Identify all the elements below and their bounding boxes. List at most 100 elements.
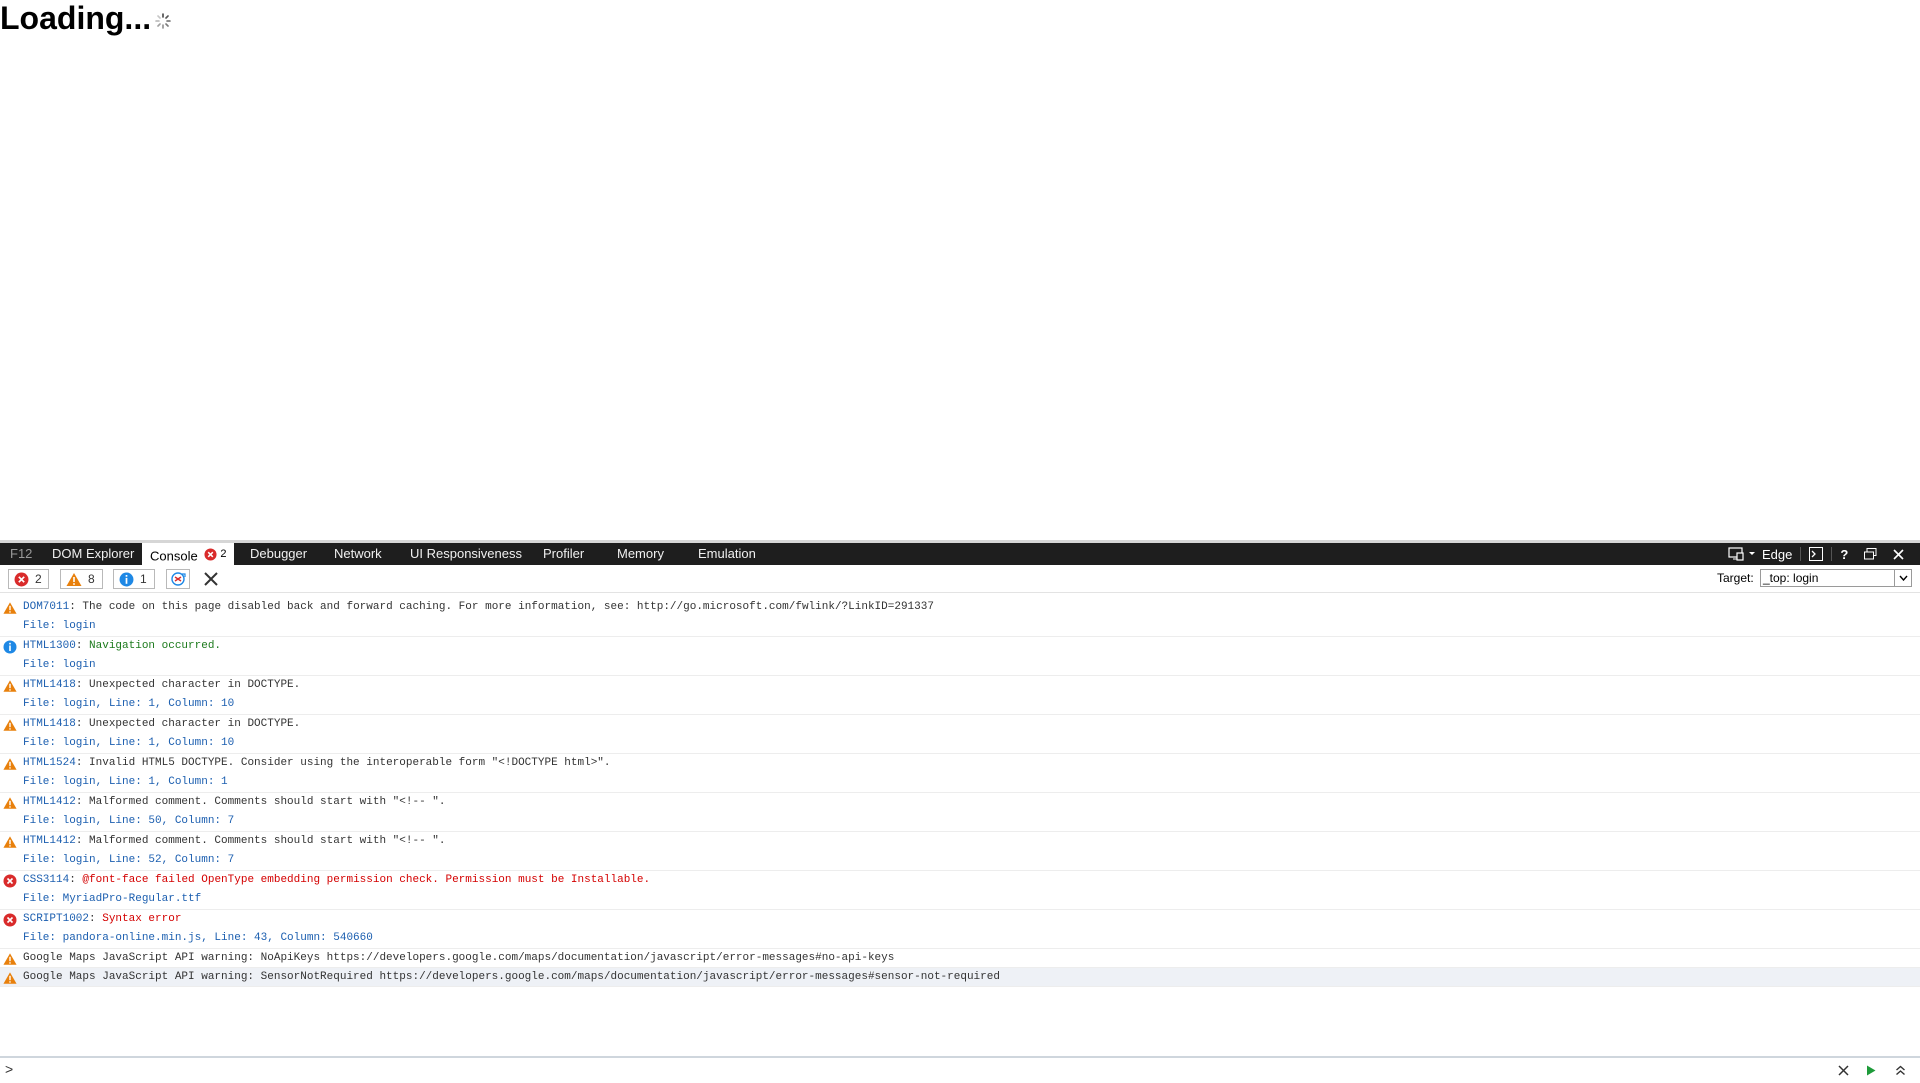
console-message[interactable]: Google Maps JavaScript API warning: NoAp… [0, 949, 1920, 968]
page-content: Loading... [0, 0, 1920, 540]
message-text: Google Maps JavaScript API warning: NoAp… [23, 952, 895, 964]
error-icon [3, 874, 17, 888]
tab-emulation[interactable]: Emulation [690, 543, 764, 565]
tab-label: Profiler [543, 546, 585, 561]
message-file-link[interactable]: File: login, Line: 50, Column: 7 [23, 812, 1920, 831]
warning-icon [3, 680, 17, 692]
console-message[interactable]: HTML1300: Navigation occurred. File: logi… [0, 637, 1920, 676]
message-text: Unexpected character in DOCTYPE. [89, 718, 301, 730]
devtools-window-controls: Edge ? [1720, 543, 1912, 565]
message-code[interactable]: DOM7011 [23, 601, 69, 613]
console-command-line[interactable]: > [0, 1056, 1920, 1083]
message-code[interactable]: HTML1524 [23, 757, 76, 769]
badge-count: 2 [220, 548, 227, 560]
close-devtools-button[interactable] [1885, 543, 1912, 565]
warning-icon [3, 797, 17, 809]
tab-f12[interactable]: F12 [2, 543, 40, 565]
warnings-count: 8 [88, 572, 95, 586]
warnings-filter-button[interactable]: 8 [60, 569, 103, 589]
message-line: DOM7011: The code on this page disabled … [23, 601, 934, 613]
message-file-link[interactable]: File: MyriadPro-Regular.ttf [23, 890, 1920, 909]
message-code[interactable]: CSS3114 [23, 874, 69, 886]
console-toggle-button[interactable] [1801, 543, 1831, 565]
message-text: The code on this page disabled back and … [82, 601, 934, 613]
error-icon [14, 572, 29, 586]
help-button[interactable]: ? [1832, 543, 1856, 565]
console-message[interactable]: HTML1524: Invalid HTML5 DOCTYPE. Conside… [0, 754, 1920, 793]
close-icon [1893, 548, 1904, 560]
message-file-link[interactable]: File: login [23, 617, 1920, 636]
tab-dom-explorer[interactable]: DOM Explorer [44, 543, 142, 565]
warning-icon [3, 953, 17, 965]
clear-on-navigate-button[interactable] [166, 569, 190, 589]
warning-icon [3, 758, 17, 770]
console-message[interactable]: HTML1412: Malformed comment. Comments sh… [0, 793, 1920, 832]
help-label: ? [1840, 546, 1849, 562]
errors-filter-button[interactable]: 2 [8, 569, 49, 589]
prompt-symbol: > [5, 1061, 14, 1077]
console-message[interactable]: CSS3114: @font-face failed OpenType embe… [0, 871, 1920, 910]
message-file-link[interactable]: File: login, Line: 1, Column: 1 [23, 773, 1920, 792]
message-line: HTML1418: Unexpected character in DOCTYP… [23, 679, 301, 691]
message-line: Google Maps JavaScript API warning: Sens… [23, 968, 1920, 986]
console-message[interactable]: HTML1412: Malformed comment. Comments sh… [0, 832, 1920, 871]
target-label: Target: [1717, 571, 1754, 585]
message-line: SCRIPT1002: Syntax error [23, 913, 182, 925]
console-message[interactable]: DOM7011: The code on this page disabled … [0, 598, 1920, 637]
message-text: Google Maps JavaScript API warning: Sens… [23, 971, 1000, 983]
message-file-link[interactable]: File: login, Line: 1, Column: 10 [23, 734, 1920, 753]
message-file-link[interactable]: File: pandora-online.min.js, Line: 43, C… [23, 929, 1920, 948]
tab-profiler[interactable]: Profiler [535, 543, 592, 565]
error-icon [204, 547, 217, 561]
console-message[interactable]: HTML1418: Unexpected character in DOCTYP… [0, 715, 1920, 754]
warning-icon [3, 602, 17, 614]
undock-button[interactable] [1856, 543, 1885, 565]
message-line: HTML1412: Malformed comment. Comments sh… [23, 796, 446, 808]
tab-label: Debugger [250, 546, 308, 561]
message-code[interactable]: HTML1300 [23, 640, 76, 652]
target-select[interactable]: _top: login [1760, 569, 1912, 587]
message-code[interactable]: HTML1412 [23, 835, 76, 847]
message-code[interactable]: SCRIPT1002 [23, 913, 89, 925]
tab-console[interactable]: Console 2 [142, 543, 235, 565]
message-text: Unexpected character in DOCTYPE. [89, 679, 301, 691]
console-toolbar: 2 8 1 Target: _top: login [0, 565, 1920, 593]
tab-memory[interactable]: Memory [609, 543, 672, 565]
message-code[interactable]: HTML1418 [23, 718, 76, 730]
console-message[interactable]: SCRIPT1002: Syntax error File: pandora-on… [0, 910, 1920, 949]
tab-debugger[interactable]: Debugger [242, 543, 315, 565]
info-count: 1 [140, 572, 147, 586]
tab-label: DOM Explorer [52, 546, 135, 561]
message-text: Invalid HTML5 DOCTYPE. Consider using th… [89, 757, 611, 769]
target-value: _top: login [1763, 571, 1819, 585]
message-code[interactable]: HTML1412 [23, 796, 76, 808]
clear-input-button[interactable] [1836, 1063, 1850, 1077]
tab-network[interactable]: Network [326, 543, 390, 565]
undock-icon [1864, 548, 1877, 560]
monitor-icon [1728, 547, 1744, 561]
tab-ui-responsiveness[interactable]: UI Responsiveness [402, 543, 530, 565]
chevron-down-icon [1894, 570, 1911, 586]
message-text: Malformed comment. Comments should start… [89, 796, 446, 808]
message-file-link[interactable]: File: login, Line: 52, Column: 7 [23, 851, 1920, 870]
expand-input-button[interactable] [1893, 1063, 1907, 1077]
document-mode-dropdown[interactable]: Edge [1720, 543, 1800, 565]
console-message[interactable]: Google Maps JavaScript API warning: Sens… [0, 968, 1920, 987]
message-code[interactable]: HTML1418 [23, 679, 76, 691]
message-file-link[interactable]: File: login [23, 656, 1920, 675]
clear-console-icon[interactable] [202, 570, 220, 588]
tab-label: UI Responsiveness [410, 546, 522, 561]
devtools-panel: F12 DOM Explorer Console 2 Debugger Netw… [0, 540, 1920, 1083]
error-icon [3, 913, 17, 927]
warning-icon [3, 836, 17, 848]
info-filter-button[interactable]: 1 [113, 569, 155, 589]
close-icon [1837, 1064, 1849, 1076]
message-line: HTML1418: Unexpected character in DOCTYP… [23, 718, 301, 730]
run-button[interactable] [1864, 1063, 1878, 1077]
warning-icon [3, 719, 17, 731]
console-message[interactable]: HTML1418: Unexpected character in DOCTYP… [0, 676, 1920, 715]
spinner-icon [155, 13, 171, 29]
message-file-link[interactable]: File: login, Line: 1, Column: 10 [23, 695, 1920, 714]
document-mode-label: Edge [1762, 546, 1793, 562]
play-icon [1867, 1065, 1876, 1075]
